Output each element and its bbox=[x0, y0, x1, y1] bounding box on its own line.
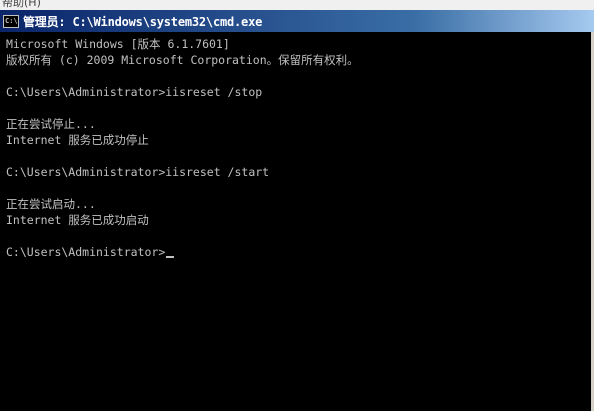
window-title: 管理员: C:\Windows\system32\cmd.exe bbox=[23, 14, 263, 29]
background-window-strip: 帮助(H) bbox=[0, 0, 594, 10]
console-prompt-line[interactable]: C:\Users\Administrator> bbox=[6, 244, 592, 260]
console-line: Microsoft Windows [版本 6.1.7601] bbox=[6, 37, 230, 51]
console-line: Internet 服务已成功停止 bbox=[6, 133, 149, 147]
console-prompt: C:\Users\Administrator> bbox=[6, 245, 166, 259]
console-output[interactable]: Microsoft Windows [版本 6.1.7601] 版权所有 (c)… bbox=[6, 36, 592, 408]
console-line: 版权所有 (c) 2009 Microsoft Corporation。保留所有… bbox=[6, 53, 359, 67]
console-line: C:\Users\Administrator>iisreset /stop bbox=[6, 85, 263, 99]
cmd-icon-glyph: C:\ bbox=[5, 16, 18, 25]
text-cursor bbox=[166, 256, 175, 258]
cmd-icon[interactable]: C:\ bbox=[3, 14, 19, 28]
background-window-menu-text: 帮助(H) bbox=[2, 0, 41, 9]
console-line: 正在尝试停止... bbox=[6, 117, 96, 131]
console-line: Internet 服务已成功启动 bbox=[6, 213, 149, 227]
console-line: C:\Users\Administrator>iisreset /start bbox=[6, 165, 270, 179]
console-line: 正在尝试启动... bbox=[6, 197, 96, 211]
cmd-window[interactable]: C:\ 管理员: C:\Windows\system32\cmd.exe Mic… bbox=[0, 10, 594, 411]
title-bar[interactable]: C:\ 管理员: C:\Windows\system32\cmd.exe bbox=[0, 10, 594, 32]
